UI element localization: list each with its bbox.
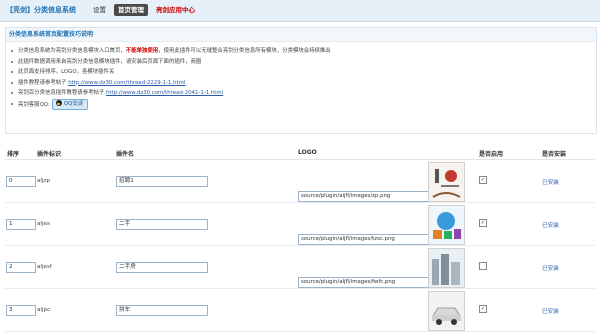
bullet-icon [11, 102, 13, 105]
logo-thumbnail [428, 205, 465, 245]
tip-item: 插件教程请参考帖子 http://www.dz30.com/thread-222… [10, 78, 596, 89]
col-enabled: 是否启用 [479, 151, 504, 158]
logo-thumbnail [428, 162, 465, 202]
table-row: 0 aljzp 招聘1 source/plugin/aljfl/images/z… [5, 160, 595, 203]
col-logo: LOGO [298, 149, 317, 156]
tips-list: 分类信息系统为亮剑分类信息模块入口首页，不能单独使用，使用此插件可以无缝整合亮剑… [6, 42, 596, 110]
table-row: 2 aljesf 二手房 source/plugin/aljfl/images/… [5, 246, 595, 289]
plugin-name-input[interactable]: 拼车 [116, 305, 208, 316]
bullet-icon [11, 92, 13, 94]
plugin-ident: aljpc [37, 307, 51, 313]
order-input[interactable]: 2 [6, 262, 36, 273]
logo-path-input[interactable]: source/plugin/aljfl/images/tzsc.png [298, 234, 430, 245]
enabled-checkbox[interactable]: ✓ [479, 176, 487, 184]
table-row: 3 aljpc 拼车 ✓ 已安装 [5, 289, 595, 332]
tip-item: 此插件数据调用来自亮剑分类信息模块插件，请安装后页面下面的插件，商圈 [10, 57, 596, 68]
col-name: 插件名 [116, 151, 135, 158]
tip-item: 分类信息系统为亮剑分类信息模块入口首页，不能单独使用，使用此插件可以无缝整合亮剑… [10, 46, 596, 57]
install-status[interactable]: 已安装 [542, 264, 559, 272]
plugin-ident: aljzp [37, 178, 51, 184]
order-input[interactable]: 0 [6, 176, 36, 187]
logo-thumbnail [428, 291, 465, 331]
install-status[interactable]: 已安装 [542, 307, 559, 315]
bullet-icon [11, 71, 13, 73]
tab-home-management[interactable]: 首页管理 [114, 4, 148, 16]
tip-item: 此页面支持排序，LOGO，各模块插件关 [10, 67, 596, 78]
tip-item: 亮剑客服QQ: QQ交谈 [10, 98, 596, 110]
warning-text: 不能单独使用 [125, 48, 159, 54]
install-status[interactable]: 已安装 [542, 178, 559, 186]
tab-app-center[interactable]: 亮剑应用中心 [152, 4, 199, 16]
plugin-name-input[interactable]: 二手房 [116, 262, 208, 273]
plugin-table: 排序 插件标识 插件名 LOGO 是否启用 是否安装 0 aljzp 招聘1 s… [5, 146, 595, 332]
bullet-icon [11, 60, 13, 63]
tutorial-link[interactable]: http://www.dz30.com/thread-2229-1-1.html [68, 80, 185, 86]
plugin-ident: aljesf [37, 264, 52, 270]
table-row: 1 aljes 二手 source/plugin/aljfl/images/tz… [5, 203, 595, 246]
col-ident: 插件标识 [37, 151, 62, 158]
col-order: 排序 [7, 151, 20, 158]
app-title: 【亮剑】分类信息系统 [6, 6, 76, 14]
logo-thumbnail [428, 248, 465, 288]
tips-panel: 分类信息系统首页配置技巧说明 分类信息系统为亮剑分类信息模块入口首页，不能单独使… [5, 27, 597, 134]
plugin-name-input[interactable]: 招聘1 [116, 176, 208, 187]
install-status[interactable]: 已安装 [542, 221, 559, 229]
order-input[interactable]: 1 [6, 219, 36, 230]
enabled-checkbox[interactable] [479, 262, 487, 270]
logo-path-input[interactable]: source/plugin/aljfl/images/fwfc.png [298, 277, 430, 288]
order-input[interactable]: 3 [6, 305, 36, 316]
table-header: 排序 插件标识 插件名 LOGO 是否启用 是否安装 [5, 146, 595, 160]
logo-path-input[interactable]: source/plugin/aljfl/images/zp.png [298, 191, 430, 202]
qq-chat-button[interactable]: QQ交谈 [51, 98, 89, 110]
col-installed: 是否安装 [542, 151, 567, 158]
top-bar: 【亮剑】分类信息系统 设置 首页管理 亮剑应用中心 [0, 0, 600, 22]
enabled-checkbox[interactable]: ✓ [479, 305, 487, 313]
tip-item: 亮剑百分类信息插件教程请参考帖子 http://www.dz30.com/thr… [10, 88, 596, 99]
top-nav: 设置 首页管理 亮剑应用中心 [89, 4, 199, 16]
bullet-icon [11, 50, 13, 52]
tips-panel-title: 分类信息系统首页配置技巧说明 [6, 28, 596, 42]
bullet-icon [11, 81, 13, 84]
qq-icon [55, 99, 62, 106]
tutorial-link-2[interactable]: http://www.dz30.com/thread-2041-1-1.html [106, 90, 223, 96]
plugin-name-input[interactable]: 二手 [116, 219, 208, 230]
plugin-ident: aljes [37, 221, 50, 227]
enabled-checkbox[interactable]: ✓ [479, 219, 487, 227]
tab-settings[interactable]: 设置 [89, 4, 110, 16]
